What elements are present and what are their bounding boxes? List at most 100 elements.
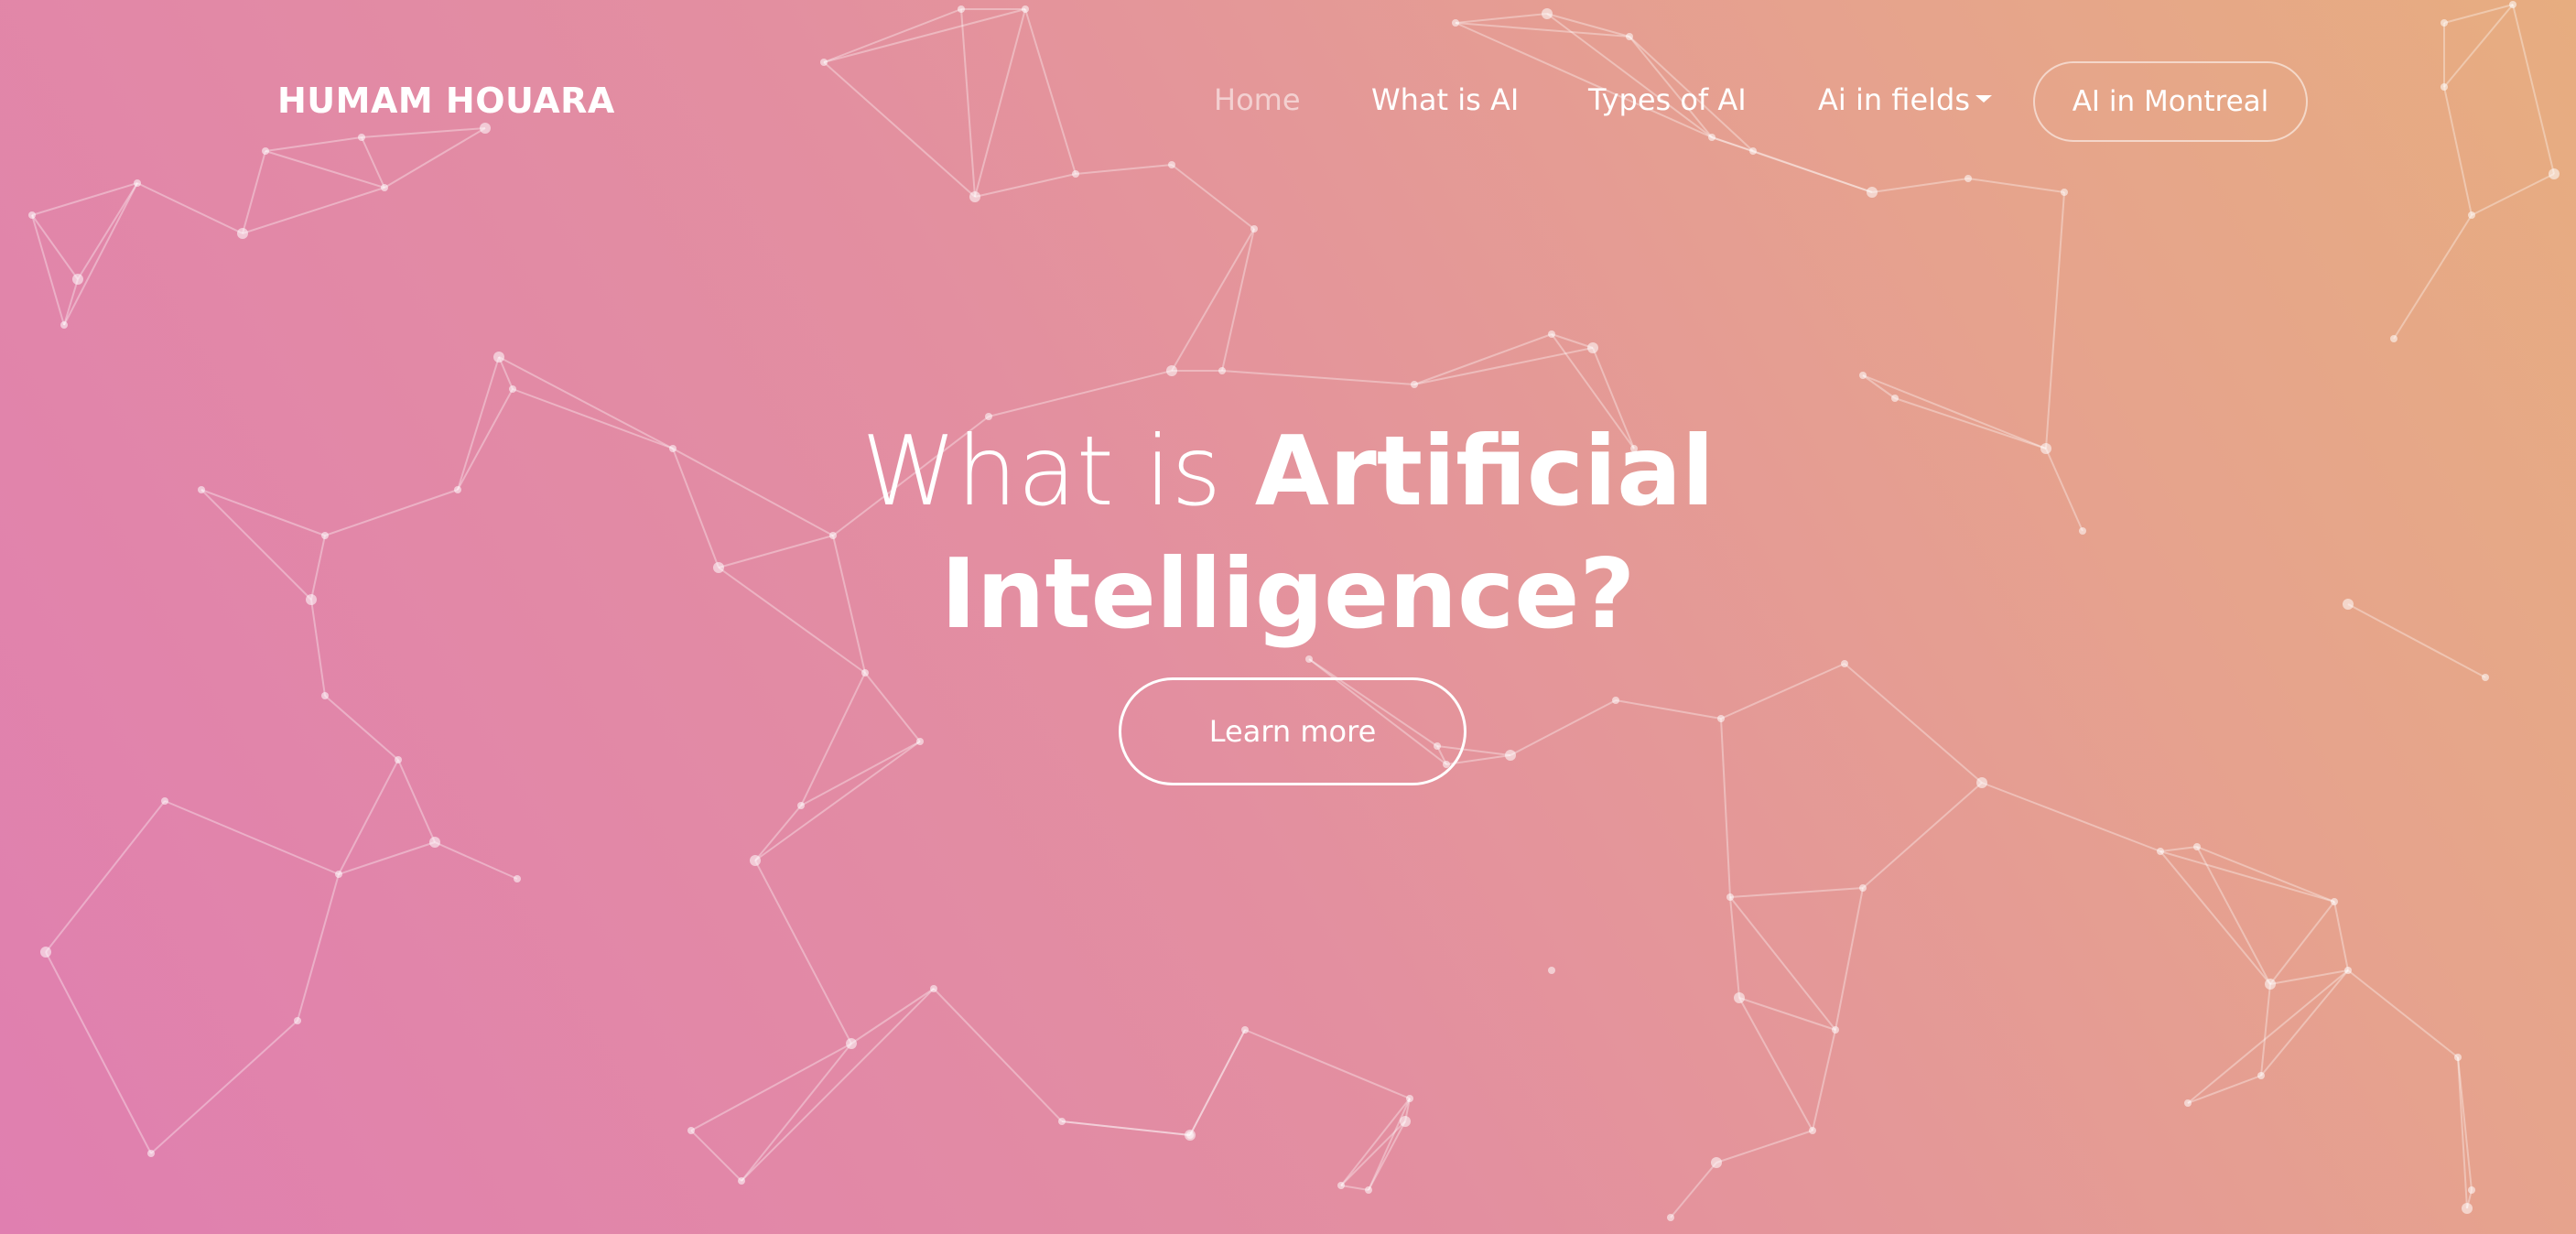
network-node (846, 1038, 857, 1049)
network-node (1667, 1214, 1674, 1221)
network-node (40, 947, 51, 958)
network-line (2187, 1075, 2262, 1104)
network-node (514, 875, 521, 882)
network-node (1548, 967, 1555, 974)
network-line (2159, 850, 2335, 903)
network-node (2265, 979, 2276, 990)
network-node (1218, 367, 1226, 374)
network-line (2347, 969, 2459, 1058)
network-line (1716, 1130, 1813, 1164)
network-line (1221, 370, 1415, 385)
network-node (2454, 1054, 2462, 1061)
network-line (1729, 896, 1740, 999)
network-line (45, 951, 152, 1154)
network-line (933, 988, 1063, 1122)
network-line (690, 1130, 742, 1182)
network-node (2040, 443, 2051, 454)
network-node (1411, 381, 1418, 388)
caret-down-icon (1975, 95, 1993, 103)
nav-ai-in-fields-label: Ai in fields (1818, 82, 1971, 117)
network-node (1711, 1157, 1722, 1168)
network-line (1812, 1029, 1836, 1131)
network-node (2331, 898, 2338, 905)
network-line (2347, 603, 2486, 678)
nav-types-of-ai[interactable]: Types of AI (1588, 82, 1747, 117)
network-node (1717, 715, 1725, 722)
nav-ai-in-fields-dropdown[interactable]: Ai in fields (1818, 82, 1993, 117)
network-node (1976, 777, 1987, 788)
network-node (1548, 330, 1555, 338)
network-line (200, 489, 312, 601)
network-line (2159, 846, 2198, 852)
network-line (2045, 448, 2084, 532)
nav-what-is-ai[interactable]: What is AI (1371, 82, 1519, 117)
network-line (310, 599, 326, 697)
nav-home[interactable]: Home (1214, 82, 1301, 117)
network-node (147, 1150, 155, 1157)
network-node (395, 756, 402, 763)
network-node (493, 352, 504, 363)
network-line (1981, 782, 2161, 852)
network-node (2468, 211, 2475, 219)
brand-logo[interactable]: HUMAM HOUARA (277, 81, 615, 121)
network-node (294, 1017, 301, 1024)
network-node (306, 594, 317, 605)
network-node (930, 985, 937, 992)
network-node (198, 486, 205, 493)
network-line (2196, 846, 2335, 903)
network-line (397, 759, 436, 843)
network-line (1835, 887, 1864, 1031)
network-node (861, 669, 869, 677)
network-node (1337, 1182, 1345, 1189)
network-line (1221, 228, 1255, 372)
network-node (1241, 1026, 1249, 1034)
network-node (2193, 843, 2201, 850)
network-line (45, 800, 166, 953)
network-node (321, 692, 329, 699)
network-line (1413, 333, 1553, 385)
network-node (2390, 335, 2397, 342)
network-line (741, 1043, 852, 1182)
network-line (2393, 214, 2473, 340)
network-line (1729, 887, 1864, 898)
network-line (1720, 663, 1845, 720)
network-line (1551, 333, 1594, 349)
network-node (1891, 395, 1899, 402)
network-node (1809, 1127, 1816, 1134)
network-line (1670, 1162, 1717, 1218)
network-line (1061, 1120, 1191, 1136)
learn-more-button[interactable]: Learn more (1119, 677, 1467, 785)
network-line (754, 860, 852, 1045)
network-node (1058, 1118, 1066, 1125)
network-line (1720, 718, 1731, 898)
network-line (1368, 1120, 1406, 1191)
network-node (1859, 884, 1867, 892)
network-node (2343, 599, 2354, 610)
network-node (2184, 1099, 2192, 1107)
network-line (324, 489, 459, 536)
network-line (800, 741, 921, 806)
network-line (1844, 663, 1983, 784)
network-node (2157, 848, 2164, 855)
network-node (687, 1127, 695, 1134)
network-line (297, 873, 340, 1022)
network-node (2079, 527, 2086, 535)
hero-title-bold-2: Intelligence? (940, 538, 1636, 650)
network-node (321, 532, 329, 539)
network-line (2196, 846, 2271, 985)
network-line (434, 841, 518, 880)
network-line (2187, 969, 2349, 1104)
network-node (509, 385, 516, 393)
network-line (850, 988, 935, 1045)
network-node (28, 211, 36, 219)
network-line (800, 672, 866, 806)
network-node (72, 274, 83, 285)
network-line (1189, 1029, 1246, 1136)
network-node (916, 738, 924, 745)
network-line (2159, 850, 2271, 985)
network-line (324, 695, 399, 761)
network-line (1615, 699, 1722, 720)
network-line (2269, 969, 2349, 985)
ai-in-montreal-button[interactable]: AI in Montreal (2033, 61, 2308, 142)
hero-title-light: What is (861, 416, 1222, 527)
